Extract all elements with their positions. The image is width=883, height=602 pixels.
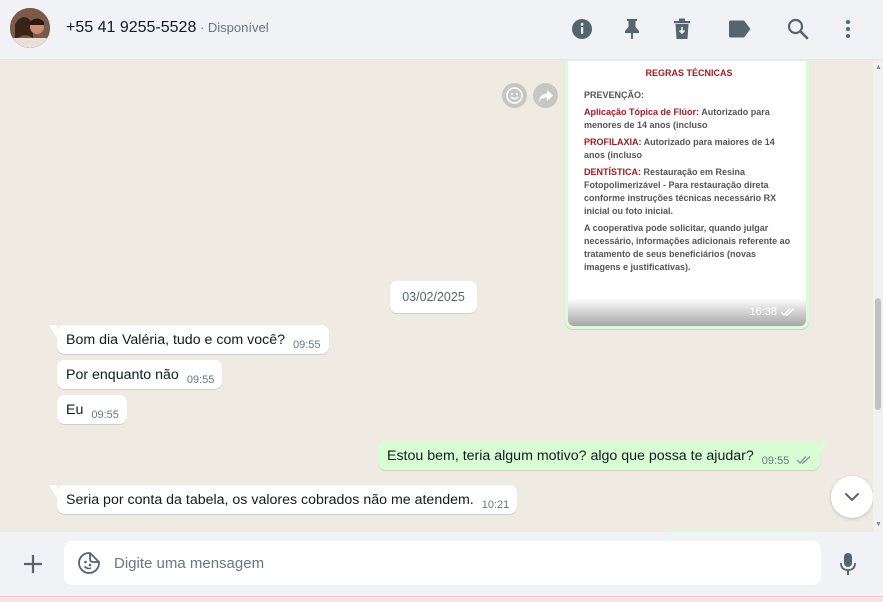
doc-section-title: PREVENÇÃO: <box>584 90 645 100</box>
scroll-up-arrow[interactable]: ▲ <box>875 64 882 71</box>
search-icon[interactable] <box>785 16 811 42</box>
message-text: Estou bem, teria algum motivo? algo que … <box>387 448 754 464</box>
composer-bar <box>0 532 883 596</box>
image-document[interactable]: REGRAS TÉCNICAS PREVENÇÃO: Aplicação Tóp… <box>568 61 806 326</box>
info-icon[interactable] <box>569 16 595 42</box>
more-vert-icon[interactable] <box>835 16 861 42</box>
contact-name: +55 41 9255-5528 <box>66 19 197 36</box>
doc-heading: REGRAS TÉCNICAS <box>645 68 733 78</box>
message-input[interactable] <box>114 541 804 585</box>
message-text: Eu <box>66 402 84 418</box>
emoji-icon <box>506 87 523 104</box>
message-time: 09:55 <box>761 455 790 467</box>
bubble-tail <box>49 485 57 498</box>
microphone-button[interactable] <box>836 550 860 578</box>
chat-scrollbar[interactable]: ▲ ▼ <box>873 61 883 532</box>
message-time: 09:55 <box>292 339 321 351</box>
message-meta: 16:38 <box>749 306 796 318</box>
message-incoming[interactable]: Por enquanto não 09:55 <box>57 360 223 389</box>
doc-note: A cooperativa pode solicitar, quando jul… <box>584 223 791 272</box>
chat-area[interactable]: REGRAS TÉCNICAS PREVENÇÃO: Aplicação Tóp… <box>0 61 873 532</box>
message-composer[interactable] <box>64 541 821 585</box>
date-divider: 03/02/2025 <box>390 281 477 313</box>
forward-button[interactable] <box>533 83 558 108</box>
scroll-to-bottom-button[interactable] <box>831 476 873 518</box>
doc-item: DENTÍSTICA: Restauração em Resina Fotopo… <box>584 167 777 216</box>
react-emoji-button[interactable] <box>502 83 527 108</box>
pin-icon[interactable] <box>619 16 645 42</box>
message-time: 10:21 <box>481 499 510 511</box>
message-text: Seria por conta da tabela, os valores co… <box>66 492 474 508</box>
contact-status: · Disponível <box>196 20 269 35</box>
message-incoming[interactable]: Seria por conta da tabela, os valores co… <box>49 485 518 514</box>
microphone-icon <box>840 553 856 575</box>
double-check-icon <box>780 307 795 317</box>
doc-item: PROFILAXIA: Autorizado para maiores de 1… <box>584 137 775 160</box>
message-text: Bom dia Valéria, tudo e com você? <box>66 332 285 348</box>
attach-button[interactable] <box>19 550 47 578</box>
message-time: 16:38 <box>749 306 777 318</box>
bubble-tail <box>820 441 829 454</box>
message-time: 09:55 <box>186 374 215 386</box>
forward-icon <box>538 89 553 102</box>
trash-icon[interactable] <box>669 16 695 42</box>
chevron-down-icon <box>845 493 859 502</box>
message-text: Por enquanto não <box>66 367 179 383</box>
plus-icon <box>24 555 42 573</box>
scroll-down-arrow[interactable]: ▼ <box>875 521 882 528</box>
bubble-tail <box>49 325 57 338</box>
contact-avatar[interactable] <box>10 8 50 48</box>
doc-item: Aplicação Tópica de Flúor: Autorizado pa… <box>584 107 770 130</box>
label-icon[interactable] <box>727 16 753 42</box>
scroll-thumb[interactable] <box>875 298 881 410</box>
sticker-icon[interactable] <box>77 551 101 575</box>
message-incoming[interactable]: Eu 09:55 <box>57 395 127 424</box>
message-outgoing[interactable]: Estou bem, teria algum motivo? algo que … <box>378 441 829 470</box>
footer-divider <box>0 596 883 602</box>
message-incoming[interactable]: Bom dia Valéria, tudo e com você? 09:55 <box>49 325 329 354</box>
contact-title[interactable]: +55 41 9255-5528 · Disponível <box>66 19 269 37</box>
chat-header: +55 41 9255-5528 · Disponível <box>0 0 883 60</box>
image-message[interactable]: REGRAS TÉCNICAS PREVENÇÃO: Aplicação Tóp… <box>565 61 809 329</box>
message-time: 09:55 <box>91 409 119 421</box>
double-check-icon <box>796 453 812 469</box>
